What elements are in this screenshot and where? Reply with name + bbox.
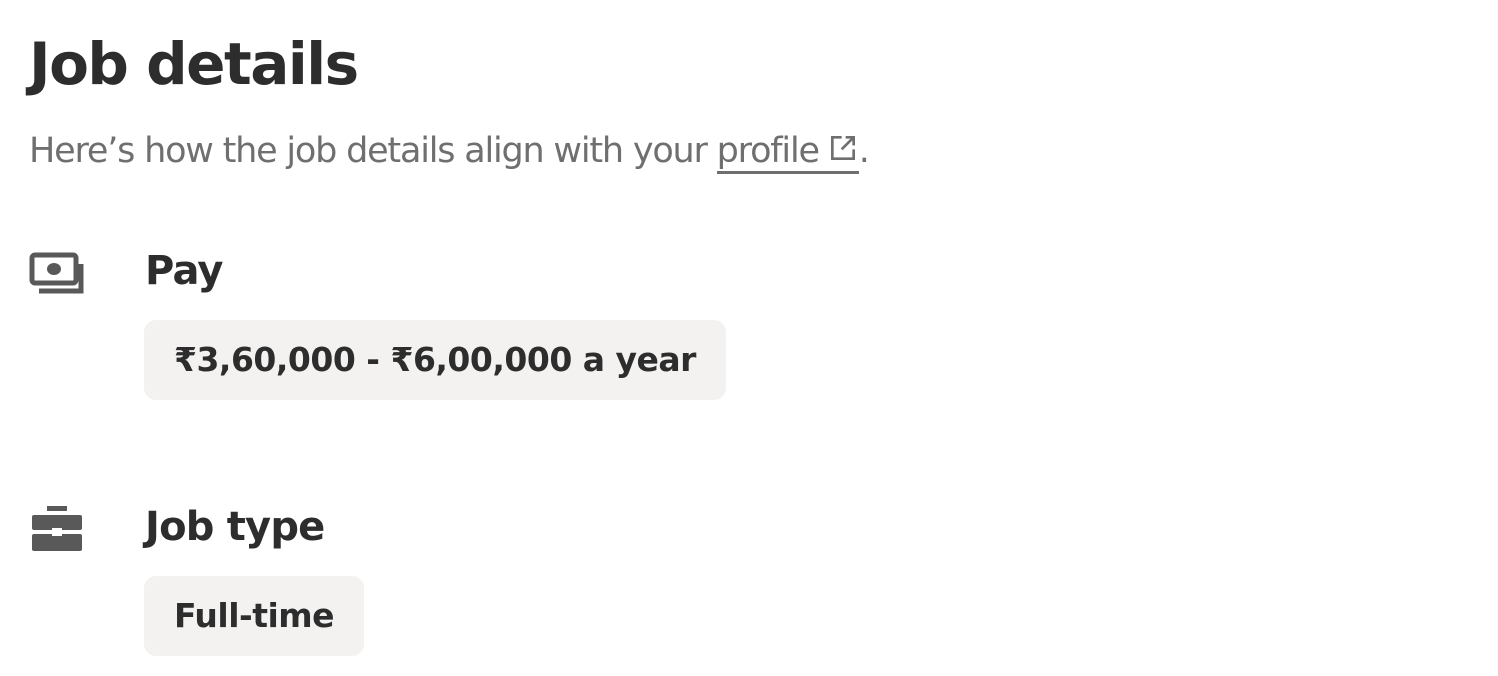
subtitle-text: Here’s how the job details align with yo…: [29, 131, 717, 171]
pay-value-tag[interactable]: ₹3,60,000 - ₹6,00,000 a year: [144, 320, 726, 400]
money-icon: [29, 252, 84, 294]
subtitle: Here’s how the job details align with yo…: [29, 124, 870, 178]
subtitle-period: .: [858, 131, 870, 171]
profile-link[interactable]: profile: [716, 131, 859, 174]
job-type-label: Job type: [145, 504, 325, 550]
briefcase-icon: [32, 506, 82, 551]
external-link-icon[interactable]: [827, 132, 859, 164]
job-type-value-tag[interactable]: Full-time: [144, 576, 365, 656]
pay-label: Pay: [145, 248, 223, 294]
page-title: Job details: [29, 30, 359, 98]
profile-link-label[interactable]: profile: [717, 131, 820, 171]
